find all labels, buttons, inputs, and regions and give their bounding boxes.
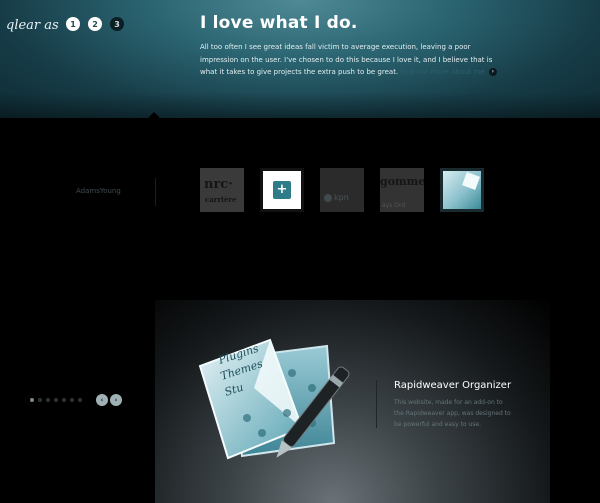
page-button-3[interactable]: 3 <box>110 17 124 31</box>
thumb-nrc-line1: nrc· <box>204 177 233 192</box>
folded-paper-icon <box>462 172 480 190</box>
slider-dot[interactable] <box>78 398 82 402</box>
thumb-gommer[interactable]: gommer ays Ord <box>380 168 424 212</box>
site-logo[interactable]: qlear as <box>6 18 59 33</box>
divider <box>155 178 156 206</box>
thumb-kpn-text: kpn <box>334 193 349 202</box>
hero-pointer-notch <box>148 112 160 118</box>
thumb-nrc-carriere[interactable]: nrc· carrière <box>200 168 244 212</box>
thumb-rapidweaver-plus[interactable]: + <box>260 168 304 212</box>
slider-dot[interactable] <box>46 398 50 402</box>
thumb-rapidweaver-organizer[interactable] <box>440 168 484 212</box>
plus-icon: + <box>273 181 291 199</box>
slider-next-button[interactable]: › <box>110 394 122 406</box>
intro-more-link[interactable]: Find out more about me <box>400 68 484 76</box>
slider-dot[interactable] <box>70 398 74 402</box>
page-switcher: 1 2 3 <box>66 17 124 31</box>
page-button-2[interactable]: 2 <box>88 17 102 31</box>
kpn-logo-icon <box>324 194 332 202</box>
page-title: I love what I do. <box>200 13 358 33</box>
slider-dot[interactable] <box>54 398 58 402</box>
rapidweaver-organizer-artwork: Plugins Themes Stu <box>198 338 350 460</box>
slider-dots <box>30 398 82 402</box>
thumb-gommer-line1: gommer <box>380 175 424 188</box>
arrow-right-icon[interactable]: › <box>488 68 497 76</box>
portfolio-label: AdamsYoung <box>76 187 121 195</box>
slider-prev-button[interactable]: ‹ <box>96 394 108 406</box>
portfolio-thumbnails: nrc· carrière + kpn gommer ays Ord <box>200 168 484 212</box>
feature-description: This website, made for an add-on to the … <box>394 399 511 428</box>
feature-title: Rapidweaver Organizer <box>394 380 512 391</box>
thumb-nrc-line2: carrière <box>205 195 237 204</box>
intro-paragraph: All too often I see great ideas fall vic… <box>200 41 505 79</box>
feature-divider <box>376 380 377 428</box>
thumb-kpn[interactable]: kpn <box>320 168 364 212</box>
thumb-gommer-line2: ays Ord <box>382 202 406 209</box>
slider-dot[interactable] <box>62 398 66 402</box>
page-button-1[interactable]: 1 <box>66 17 80 31</box>
slider-dot[interactable] <box>30 398 34 402</box>
slider-dot[interactable] <box>38 398 42 402</box>
